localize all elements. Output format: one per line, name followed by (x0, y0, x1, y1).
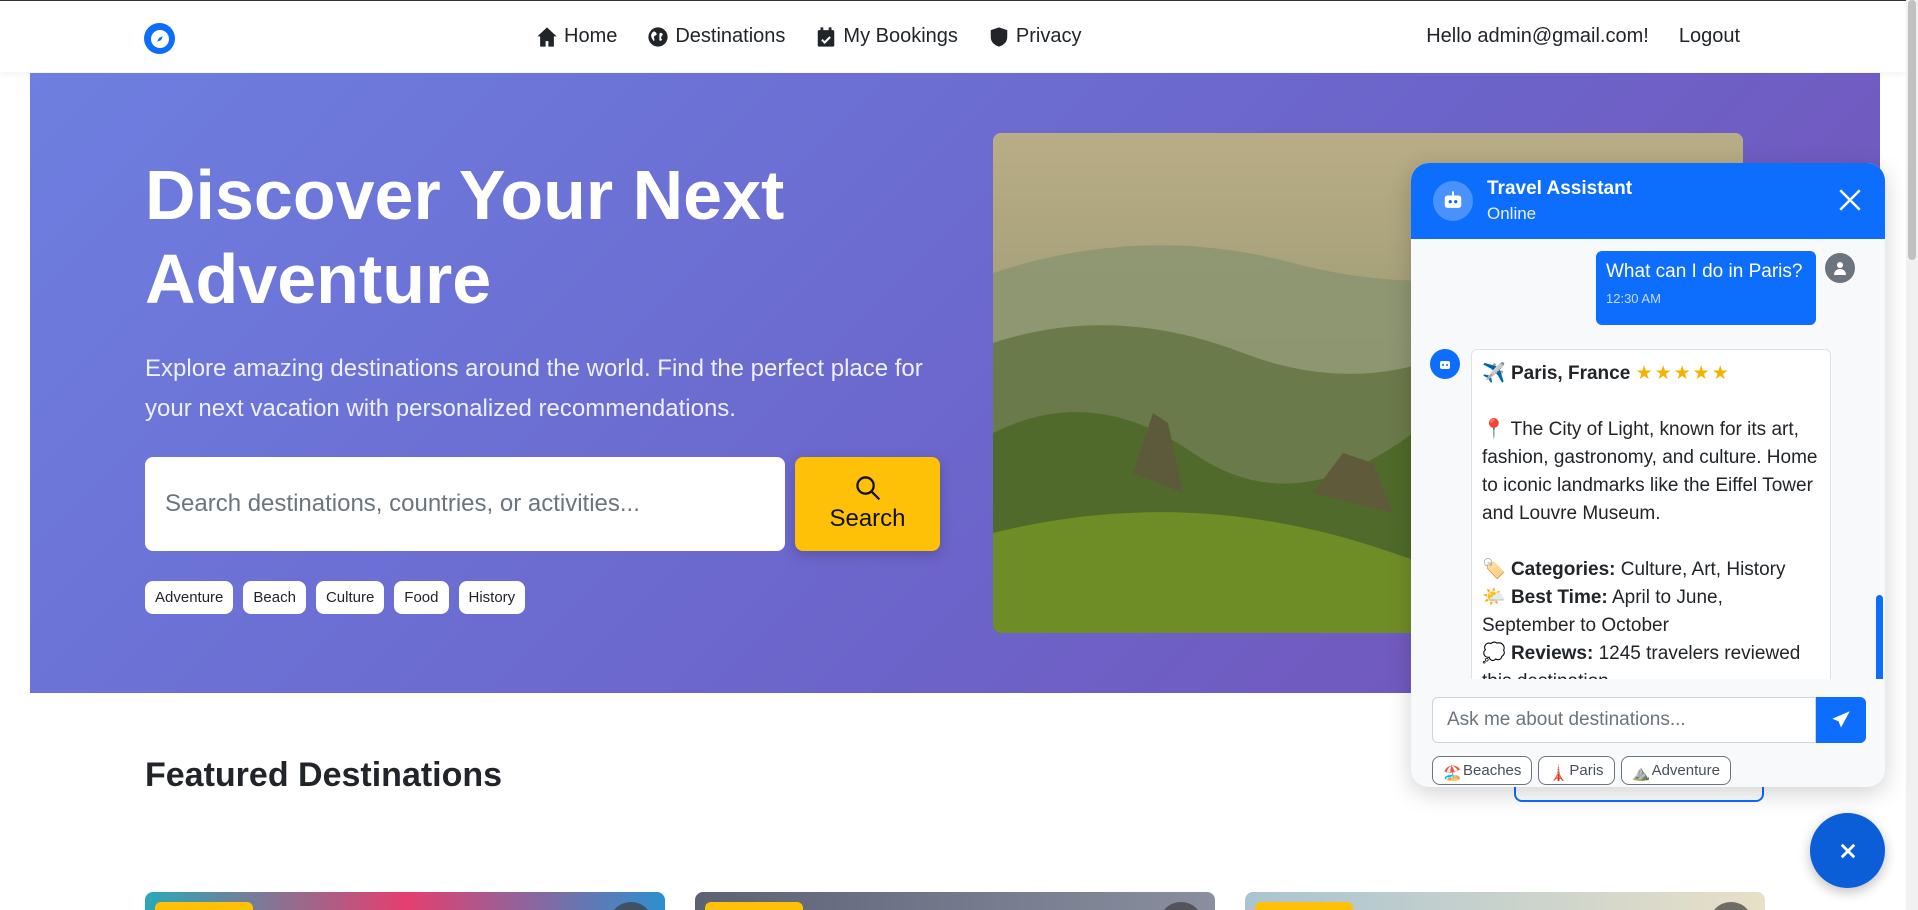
hero-subtitle: Explore amazing destinations around the … (145, 355, 923, 422)
favorite-button[interactable] (1709, 902, 1753, 910)
favorite-button[interactable] (609, 902, 653, 910)
chat-header: Travel Assistant Online (1411, 163, 1885, 239)
tag-beach[interactable]: Beach (243, 581, 306, 614)
nav-home-label: Home (564, 25, 618, 47)
reviews-label: Reviews: (1510, 643, 1594, 664)
chat-status: Online (1487, 204, 1537, 223)
search-input[interactable] (145, 457, 785, 551)
chat-messages[interactable]: What can I do in Paris? 12:30 AM ✈️ Pari… (1411, 239, 1885, 679)
send-button[interactable] (1816, 697, 1866, 743)
page-scrollbar[interactable] (1906, 0, 1918, 910)
rating-stars: ★★★★★ (1635, 363, 1731, 384)
nav-my-bookings[interactable]: My Bookings (815, 25, 958, 48)
chat-title: Travel Assistant (1487, 178, 1633, 199)
featured-badge (705, 902, 803, 910)
search-icon (855, 476, 880, 501)
beach-icon: 🏖️ (1443, 764, 1462, 782)
robot-icon (1433, 181, 1473, 221)
eiffel-tower-icon: 🗼 (1549, 764, 1569, 782)
search-button-label: Search (829, 505, 906, 532)
destination-card[interactable] (145, 892, 665, 910)
close-icon[interactable] (1837, 187, 1863, 218)
user-message: What can I do in Paris? 12:30 AM (1596, 251, 1816, 325)
favorite-button[interactable] (1159, 902, 1203, 910)
nav-privacy[interactable]: Privacy (988, 25, 1082, 48)
nav-privacy-label: Privacy (1015, 25, 1082, 47)
bot-description: The City of Light, known for its art, fa… (1482, 419, 1818, 524)
quick-reply-beaches[interactable]: 🏖️ Beaches (1432, 756, 1533, 785)
shield-icon (990, 26, 1008, 47)
user-message-time: 12:30 AM (1606, 291, 1661, 306)
chat-scrollbar[interactable] (1876, 595, 1883, 679)
quick-reply-paris-label: Paris (1569, 762, 1604, 779)
user-message-text: What can I do in Paris? (1606, 261, 1803, 282)
airplane-icon: ✈️ (1482, 363, 1506, 384)
bot-message: ✈️ Paris, France ★★★★★ 📍 The City of Lig… (1471, 349, 1831, 679)
destination-cards (145, 892, 1765, 910)
page-scrollbar-thumb[interactable] (1908, 0, 1916, 260)
bot-avatar-icon (1430, 349, 1460, 379)
featured-badge (155, 902, 253, 910)
nav-user-area: Hello admin@gmail.com! Logout (1426, 25, 1740, 48)
category-tags: Adventure Beach Culture Food History (145, 581, 526, 614)
nav-home[interactable]: Home (536, 25, 617, 48)
compass-logo-icon[interactable] (144, 23, 175, 54)
chat-input[interactable] (1432, 697, 1816, 743)
send-icon (1832, 711, 1850, 728)
nav-destinations-label: Destinations (675, 25, 786, 47)
sun-cloud-icon: 🌤️ (1482, 587, 1506, 608)
quick-reply-adventure-label: Adventure (1651, 762, 1720, 779)
mountain-icon: ⛰️ (1631, 764, 1651, 782)
tag-adventure[interactable]: Adventure (145, 581, 234, 614)
pin-icon: 📍 (1482, 419, 1506, 440)
tag-food[interactable]: Food (394, 581, 449, 614)
destination-card[interactable] (1245, 892, 1765, 910)
categories-label: Categories: (1510, 559, 1616, 580)
nav-links: Home Destinations My Bookings Privacy (536, 25, 1082, 48)
featured-destinations-heading: Featured Destinations (145, 756, 503, 794)
globe-icon (648, 26, 668, 47)
user-avatar-icon (1825, 253, 1855, 283)
destination-card[interactable] (695, 892, 1215, 910)
quick-reply-beaches-label: Beaches (1463, 762, 1522, 779)
search-button[interactable]: Search (795, 457, 940, 551)
travel-assistant-chat: Travel Assistant Online What can I do in… (1411, 163, 1885, 787)
hero-title: Discover Your Next Adventure (145, 156, 785, 318)
quick-replies: 🏖️ Beaches 🗼 Paris ⛰️ Adventure (1432, 756, 1731, 785)
quick-reply-paris[interactable]: 🗼 Paris (1538, 756, 1615, 785)
nav-my-bookings-label: My Bookings (843, 25, 958, 47)
tag-culture[interactable]: Culture (315, 581, 385, 614)
quick-reply-adventure[interactable]: ⛰️ Adventure (1620, 756, 1731, 785)
best-time-label: Best Time: (1510, 587, 1608, 608)
tag-history[interactable]: History (458, 581, 526, 614)
chat-toggle-button[interactable] (1810, 813, 1885, 888)
close-icon (1840, 843, 1855, 858)
logout-link[interactable]: Logout (1679, 25, 1740, 48)
house-icon (537, 26, 557, 47)
chat-footer: 🏖️ Beaches 🗼 Paris ⛰️ Adventure (1411, 679, 1885, 787)
categories-value: Culture, Art, History (1620, 559, 1786, 580)
featured-badge (1255, 902, 1353, 910)
calendar-check-icon (818, 26, 835, 47)
nav-destinations[interactable]: Destinations (647, 25, 785, 48)
tag-icon: 🏷️ (1482, 559, 1506, 580)
user-greeting: Hello admin@gmail.com! (1426, 25, 1649, 47)
bot-place-name: Paris, France (1510, 363, 1631, 384)
top-navbar: Home Destinations My Bookings Privacy He… (0, 0, 1906, 72)
speech-bubble-icon: 💭 (1482, 643, 1506, 664)
